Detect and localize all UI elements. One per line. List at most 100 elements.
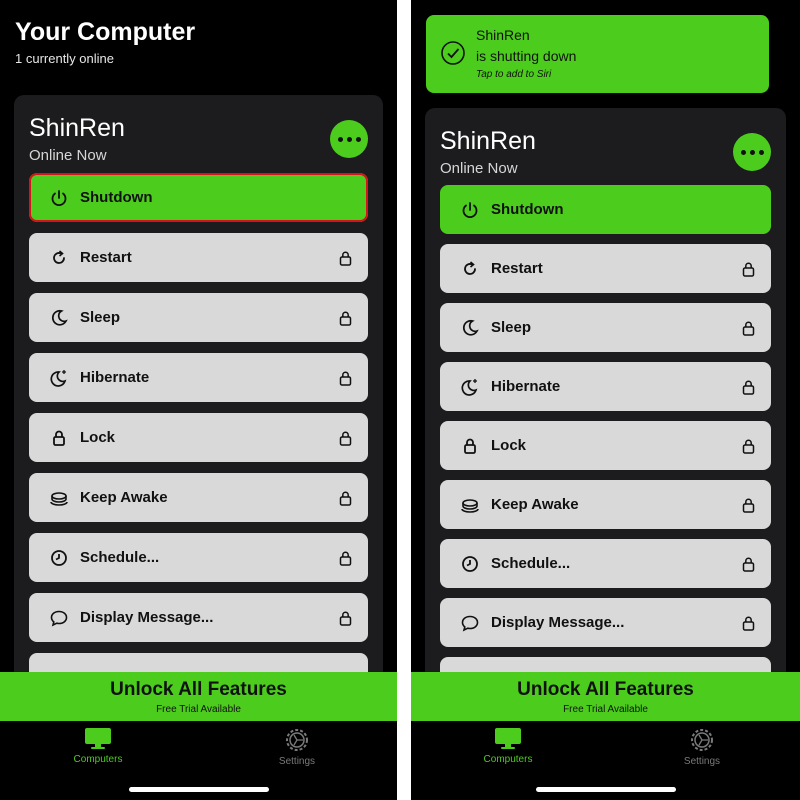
action-label: Restart bbox=[491, 260, 543, 277]
action-list: Shutdown Restart Sleep Hibernate Lock Keep Aw… bbox=[29, 173, 368, 713]
unlock-subtitle: Free Trial Available bbox=[156, 704, 241, 715]
moon-stars-icon bbox=[50, 370, 67, 387]
action-label: Hibernate bbox=[80, 369, 150, 386]
action-label: Sleep bbox=[491, 319, 532, 336]
action-display-message-button[interactable]: Display Message... bbox=[440, 598, 771, 647]
action-label: Keep Awake bbox=[80, 489, 168, 506]
action-label: Shutdown bbox=[80, 189, 153, 206]
tab-bar: Computers Settings bbox=[411, 721, 800, 800]
action-label: Sleep bbox=[80, 309, 121, 326]
restart-icon bbox=[53, 250, 65, 264]
locked-icon bbox=[339, 611, 352, 626]
home-indicator[interactable] bbox=[535, 787, 676, 792]
action-restart-button[interactable]: Restart bbox=[29, 233, 368, 282]
locked-icon bbox=[742, 616, 755, 631]
locked-icon bbox=[742, 262, 755, 277]
action-label: Keep Awake bbox=[491, 496, 579, 513]
action-label: Shutdown bbox=[491, 201, 564, 218]
locked-icon bbox=[742, 321, 755, 336]
tab-settings-label: Settings bbox=[683, 756, 721, 767]
action-shutdown-button[interactable]: Shutdown bbox=[440, 185, 771, 234]
action-hibernate-button[interactable]: Hibernate bbox=[29, 353, 368, 402]
action-lock-button[interactable]: Lock bbox=[29, 413, 368, 462]
action-display-message-button[interactable]: Display Message... bbox=[29, 593, 368, 642]
action-label: Restart bbox=[80, 249, 132, 266]
locked-icon bbox=[339, 551, 352, 566]
action-schedule-button[interactable]: Schedule... bbox=[440, 539, 771, 588]
home-indicator[interactable] bbox=[128, 787, 269, 792]
online-count: 1 currently online bbox=[15, 51, 114, 66]
computer-status: Online Now bbox=[29, 147, 107, 164]
tab-computers[interactable]: Computers bbox=[463, 727, 553, 765]
notification-title: ShinRen bbox=[476, 27, 530, 43]
power-icon bbox=[462, 202, 478, 219]
coffee-cup-icon bbox=[461, 499, 479, 513]
action-shutdown-button[interactable]: Shutdown bbox=[29, 173, 368, 222]
clock-icon bbox=[51, 550, 67, 566]
action-label: Hibernate bbox=[491, 378, 561, 395]
notification-banner[interactable]: ShinRen is shutting down Tap to add to S… bbox=[426, 15, 769, 93]
tab-settings-label: Settings bbox=[278, 756, 316, 767]
locked-icon bbox=[339, 311, 352, 326]
action-sleep-button[interactable]: Sleep bbox=[29, 293, 368, 342]
locked-icon bbox=[742, 498, 755, 513]
tab-computers-label: Computers bbox=[73, 754, 123, 765]
action-restart-button[interactable]: Restart bbox=[440, 244, 771, 293]
notification-body: is shutting down bbox=[476, 48, 577, 64]
action-hibernate-button[interactable]: Hibernate bbox=[440, 362, 771, 411]
speech-bubble-icon bbox=[50, 610, 68, 627]
unlock-features-button[interactable]: Unlock All Features Free Trial Available bbox=[0, 672, 397, 721]
tab-bar: Computers Settings bbox=[0, 721, 397, 800]
monitor-icon bbox=[495, 728, 521, 749]
lock-icon bbox=[464, 438, 476, 454]
moon-icon bbox=[462, 319, 479, 336]
locked-icon bbox=[339, 431, 352, 446]
action-label: Schedule... bbox=[80, 549, 160, 566]
action-label: Lock bbox=[491, 437, 527, 454]
action-label: Schedule... bbox=[491, 555, 571, 572]
locked-icon bbox=[742, 439, 755, 454]
computer-name: ShinRen bbox=[29, 114, 125, 142]
gear-icon bbox=[691, 729, 713, 751]
action-keep-awake-button[interactable]: Keep Awake bbox=[29, 473, 368, 522]
lock-icon bbox=[53, 430, 65, 446]
more-options-button[interactable] bbox=[330, 120, 368, 158]
tab-computers-label: Computers bbox=[483, 754, 533, 765]
monitor-icon bbox=[85, 728, 111, 749]
moon-icon bbox=[51, 309, 68, 326]
restart-icon bbox=[464, 261, 476, 275]
locked-icon bbox=[339, 371, 352, 386]
page-title: Your Computer bbox=[15, 18, 196, 46]
locked-icon bbox=[339, 491, 352, 506]
checkmark-circle-icon bbox=[441, 41, 465, 65]
action-label: Display Message... bbox=[491, 614, 625, 631]
notification-hint: Tap to add to Siri bbox=[476, 69, 552, 80]
action-keep-awake-button[interactable]: Keep Awake bbox=[440, 480, 771, 529]
screen-before: Your Computer 1 currently online ShinRen… bbox=[0, 0, 397, 800]
action-label: Lock bbox=[80, 429, 116, 446]
clock-icon bbox=[462, 556, 478, 572]
locked-icon bbox=[742, 557, 755, 572]
unlock-subtitle: Free Trial Available bbox=[563, 704, 648, 715]
action-list: Shutdown Restart Sleep Hibernate Lock Keep Aw… bbox=[440, 185, 771, 716]
action-lock-button[interactable]: Lock bbox=[440, 421, 771, 470]
unlock-features-button[interactable]: Unlock All Features Free Trial Available bbox=[411, 672, 800, 721]
locked-icon bbox=[339, 251, 352, 266]
action-sleep-button[interactable]: Sleep bbox=[440, 303, 771, 352]
moon-stars-icon bbox=[461, 379, 478, 396]
screen-after: ShinRen is shutting down Tap to add to S… bbox=[411, 0, 800, 800]
tab-settings[interactable]: Settings bbox=[657, 727, 747, 767]
tab-settings[interactable]: Settings bbox=[252, 727, 342, 767]
computer-name: ShinRen bbox=[440, 127, 536, 155]
action-schedule-button[interactable]: Schedule... bbox=[29, 533, 368, 582]
coffee-cup-icon bbox=[50, 492, 68, 506]
action-label: Display Message... bbox=[80, 609, 214, 626]
computer-status: Online Now bbox=[440, 160, 518, 177]
power-icon bbox=[51, 190, 67, 207]
locked-icon bbox=[742, 380, 755, 395]
tab-computers[interactable]: Computers bbox=[53, 727, 143, 765]
gear-icon bbox=[286, 729, 308, 751]
unlock-title: Unlock All Features bbox=[110, 679, 287, 700]
unlock-title: Unlock All Features bbox=[517, 679, 694, 700]
more-options-button[interactable] bbox=[733, 133, 771, 171]
